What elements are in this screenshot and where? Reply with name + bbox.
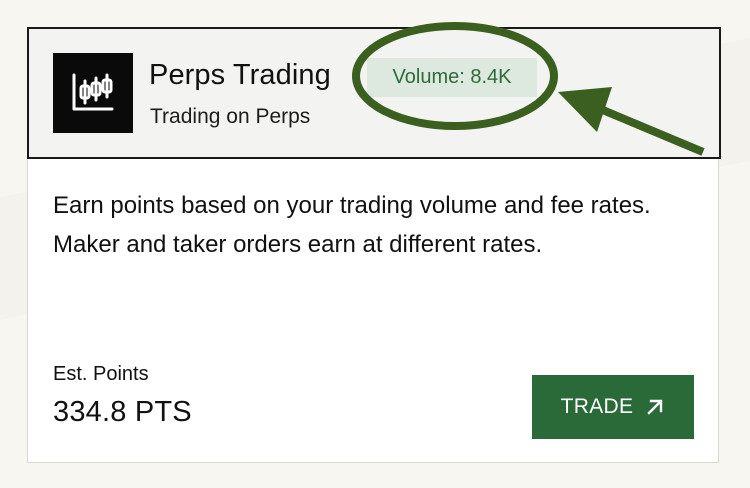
card-header: Perps Trading Trading on Perps Volume: 8… xyxy=(27,27,721,159)
candlestick-chart-icon xyxy=(53,53,133,133)
card-description: Earn points based on your trading volume… xyxy=(53,192,651,258)
est-points-label: Est. Points xyxy=(53,363,149,385)
perps-trading-card: Perps Trading Trading on Perps Volume: 8… xyxy=(27,27,721,463)
card-title: Perps Trading xyxy=(149,59,331,91)
est-points-value: 334.8 PTS xyxy=(53,396,192,428)
volume-badge: Volume: 8.4K xyxy=(367,58,537,97)
card-subtitle: Trading on Perps xyxy=(150,105,311,128)
trade-button-label: TRADE xyxy=(560,395,634,418)
arrow-up-right-icon xyxy=(645,397,665,417)
trade-button[interactable]: TRADE xyxy=(532,375,694,439)
